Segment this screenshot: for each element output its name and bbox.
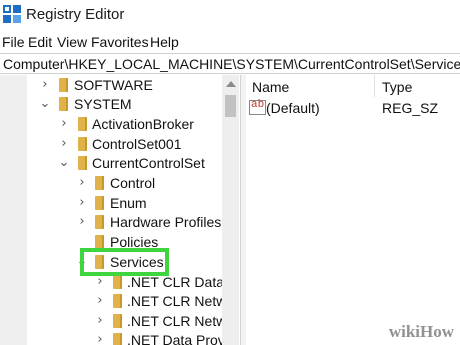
tree-node-label: .NET CLR Data	[127, 274, 222, 290]
values-pane[interactable]: Name Type ab (Default) REG_SZ	[246, 75, 460, 345]
chevron-right-icon[interactable]: ›	[75, 193, 89, 213]
chevron-down-icon[interactable]: ⌄	[57, 153, 71, 173]
tree-pane[interactable]: › SOFTWARE ⌄ SYSTEM › ActivationBroker ›…	[0, 75, 222, 345]
folder-icon	[95, 235, 104, 249]
chevron-right-icon[interactable]: ›	[93, 311, 107, 331]
title-bar: Registry Editor	[0, 0, 460, 30]
menu-view[interactable]: View	[57, 34, 87, 50]
tree-node-label: Hardware Profiles	[110, 214, 222, 230]
folder-icon	[95, 196, 104, 210]
folder-icon	[113, 275, 122, 289]
chevron-right-icon[interactable]: ›	[57, 114, 71, 134]
value-name: (Default)	[266, 100, 320, 116]
registry-editor-icon	[3, 5, 21, 23]
menu-edit[interactable]: Edit	[28, 34, 52, 50]
tree-node-label: .NET Data Provi	[127, 332, 222, 345]
tree-node-label: CurrentControlSet	[92, 155, 205, 171]
folder-icon	[113, 294, 122, 308]
tree-node-label: Enum	[110, 195, 147, 211]
tree-gutter	[0, 75, 27, 345]
folder-icon	[113, 314, 122, 328]
address-path[interactable]: Computer\HKEY_LOCAL_MACHINE\SYSTEM\Curre…	[3, 56, 460, 72]
scrollbar-thumb[interactable]	[225, 95, 236, 117]
column-header-type[interactable]: Type	[382, 79, 412, 95]
folder-icon	[78, 117, 87, 131]
wikihow-watermark: wikiHow	[388, 322, 454, 341]
menu-help[interactable]: Help	[150, 34, 179, 50]
chevron-right-icon[interactable]: ›	[93, 330, 107, 345]
scroll-up-arrow-icon[interactable]	[226, 81, 236, 87]
tree-node-label: SYSTEM	[74, 96, 132, 112]
folder-icon	[113, 333, 122, 345]
folder-icon	[78, 156, 87, 170]
folder-icon	[59, 78, 68, 92]
folder-icon	[59, 97, 68, 111]
chevron-right-icon[interactable]: ›	[75, 173, 89, 193]
chevron-right-icon[interactable]: ›	[93, 291, 107, 311]
menu-favorites[interactable]: Favorites	[91, 34, 149, 50]
selection-highlight	[80, 248, 169, 276]
chevron-right-icon[interactable]: ›	[57, 134, 71, 154]
menu-file[interactable]: File	[2, 34, 25, 50]
chevron-down-icon[interactable]: ⌄	[38, 94, 52, 114]
address-bar[interactable]: Computer\HKEY_LOCAL_MACHINE\SYSTEM\Curre…	[0, 53, 460, 74]
value-type: REG_SZ	[382, 100, 439, 116]
chevron-right-icon[interactable]: ›	[38, 75, 52, 95]
tree-node-label: SOFTWARE	[74, 77, 153, 93]
tree-node-label: ActivationBroker	[92, 116, 194, 132]
column-divider[interactable]	[374, 75, 375, 97]
tree-node-label: .NET CLR Netwo	[127, 293, 222, 309]
window-title: Registry Editor	[26, 6, 125, 23]
tree-node-label: .NET CLR Netwo	[127, 313, 222, 329]
chevron-right-icon[interactable]: ›	[75, 212, 89, 232]
column-header-name[interactable]: Name	[252, 79, 289, 95]
string-value-icon: ab	[249, 99, 266, 115]
value-row-default[interactable]: ab (Default) REG_SZ	[246, 99, 460, 119]
tree-node-label: Control	[110, 175, 156, 191]
tree-scrollbar[interactable]	[222, 75, 239, 345]
folder-icon	[78, 137, 87, 151]
folder-icon	[95, 215, 104, 229]
tree-node-label: ControlSet001	[92, 136, 182, 152]
menu-bar: File Edit View Favorites Help	[0, 31, 460, 53]
folder-icon	[95, 176, 104, 190]
